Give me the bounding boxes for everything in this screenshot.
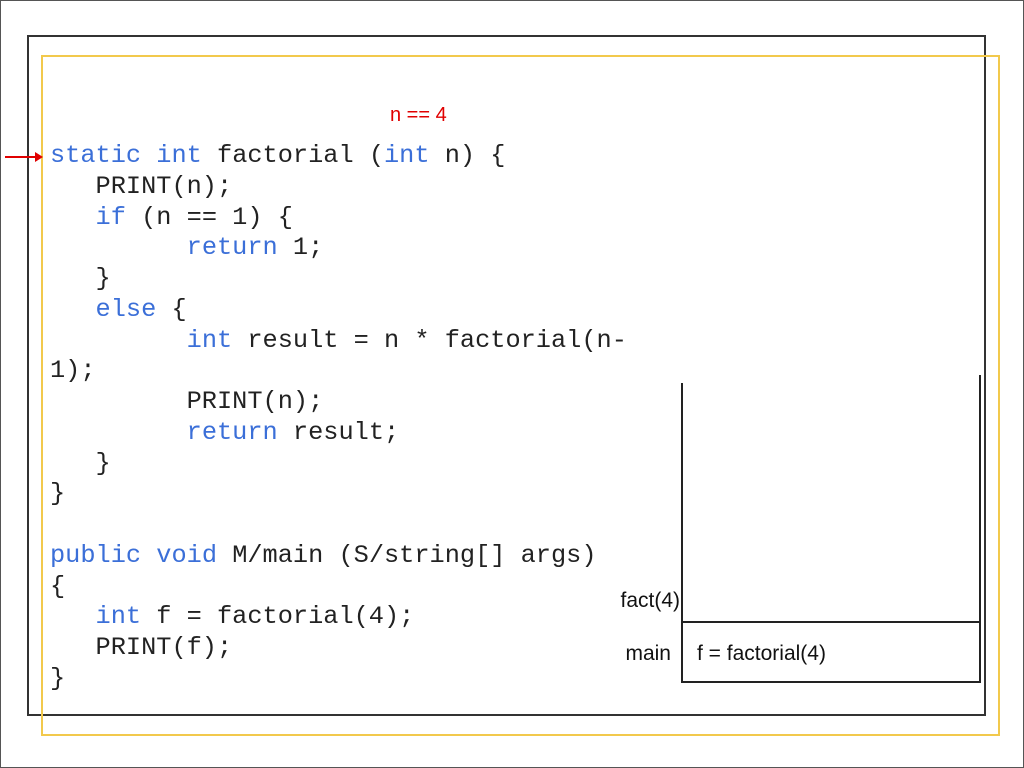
code-text: { xyxy=(156,294,187,324)
code-text: 1; xyxy=(277,233,324,263)
current-line-arrow-icon xyxy=(5,152,43,162)
code-text: result; xyxy=(277,417,400,447)
code-line: 1); xyxy=(50,356,627,387)
code-text: } xyxy=(50,264,111,293)
code-line: int result = n * factorial(n- xyxy=(50,326,627,357)
code-keyword: return xyxy=(186,417,278,447)
code-line: PRINT(n); xyxy=(50,172,627,203)
code-keyword: void xyxy=(156,540,218,570)
code-text: f = factorial(4); xyxy=(141,602,415,632)
code-keyword: if xyxy=(95,202,126,232)
stack-bottom xyxy=(681,681,981,683)
code-keyword: public xyxy=(50,540,142,570)
code-line: } xyxy=(50,664,627,695)
code-text: } xyxy=(50,479,66,509)
code-text: n) { xyxy=(429,141,506,170)
code-line: return result; xyxy=(50,418,627,449)
code-line: PRINT(n); xyxy=(50,387,627,418)
code-block: static int factorial (int n) { PRINT(n);… xyxy=(50,141,627,695)
code-line: return 1; xyxy=(50,233,627,264)
code-text: (n == 1) { xyxy=(125,202,293,232)
code-line: } xyxy=(50,264,627,295)
code-line: else { xyxy=(50,295,627,326)
code-text: } xyxy=(50,448,111,478)
code-line: public void M/main (S/string[] args) xyxy=(50,541,627,572)
code-text: factorial ( xyxy=(201,141,384,170)
code-line: PRINT(f); xyxy=(50,633,627,664)
code-text: M/main (S/string[] args) xyxy=(217,540,597,570)
code-text: result = n * factorial(n- xyxy=(232,325,627,355)
code-keyword: int xyxy=(186,325,233,355)
code-text: { xyxy=(50,571,66,601)
code-line: { xyxy=(50,572,627,603)
stack-right-edge xyxy=(979,375,981,683)
stack-frame-content-main: f = factorial(4) xyxy=(697,642,826,665)
code-keyword: int xyxy=(95,602,142,632)
code-keyword: else xyxy=(95,294,157,324)
code-line: static int factorial (int n) { xyxy=(50,141,627,172)
code-keyword: static xyxy=(50,141,142,170)
stack-left-edge xyxy=(681,383,683,683)
stack-frame-label-main: main xyxy=(625,642,671,665)
code-text: PRINT(f); xyxy=(50,633,233,662)
code-text: 1); xyxy=(50,356,96,386)
code-text: } xyxy=(50,663,66,693)
frame-divider xyxy=(681,621,981,623)
code-text: PRINT(n); xyxy=(50,387,324,416)
code-keyword: return xyxy=(186,233,278,263)
code-line: } xyxy=(50,449,627,480)
variable-annotation: n == 4 xyxy=(390,104,447,126)
code-line: int f = factorial(4); xyxy=(50,602,627,633)
code-text: PRINT(n); xyxy=(50,171,233,201)
stack-frame-label-fact: fact(4) xyxy=(620,589,680,612)
code-line: if (n == 1) { xyxy=(50,203,627,234)
code-line: } xyxy=(50,479,627,510)
code-keyword: int xyxy=(156,141,202,170)
code-keyword: int xyxy=(384,141,430,170)
